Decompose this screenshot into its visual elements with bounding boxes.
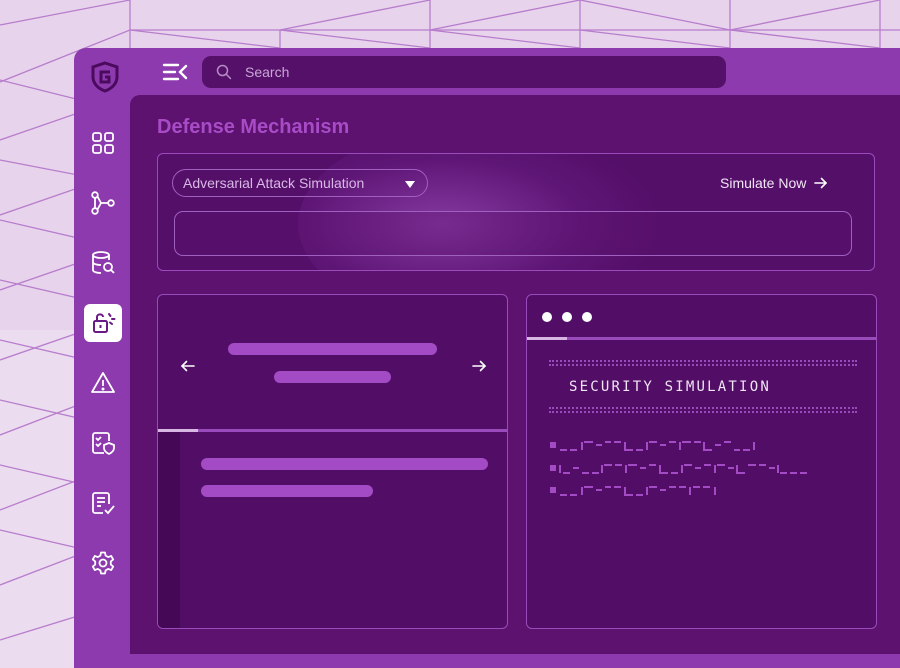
- sidebar-item-dashboard[interactable]: [84, 124, 122, 162]
- database-search-icon: [92, 251, 115, 274]
- window-dot: [562, 312, 572, 322]
- shield-checklist-icon: [92, 432, 115, 456]
- warning-triangle-icon: [91, 372, 115, 393]
- placeholder-bar: [201, 458, 488, 470]
- dashboard-grid-icon: [92, 132, 114, 154]
- code-line: [550, 464, 807, 474]
- chevron-down-icon: [405, 181, 415, 188]
- sidebar-item-alerts[interactable]: [84, 364, 122, 402]
- dotted-divider: [549, 364, 857, 366]
- simulate-now-button[interactable]: Simulate Now: [720, 172, 828, 194]
- divider: [158, 429, 507, 432]
- attack-type-dropdown[interactable]: Adversarial Attack Simulation: [172, 169, 428, 197]
- terminal-titlebar: [527, 295, 876, 337]
- simulation-panel: Adversarial Attack Simulation Simulate N…: [157, 153, 875, 271]
- arrow-left-icon[interactable]: [180, 358, 196, 374]
- carousel-header: [158, 295, 507, 429]
- search-bar[interactable]: Search: [202, 56, 726, 88]
- shield-logo-icon: [91, 61, 119, 93]
- divider: [527, 337, 876, 340]
- sidebar-item-workflow[interactable]: [84, 184, 122, 222]
- carousel-card: [157, 294, 508, 629]
- code-line: [550, 486, 716, 496]
- placeholder-bar: [201, 485, 373, 497]
- search-icon: [216, 64, 232, 80]
- sidebar-item-compliance[interactable]: [84, 424, 122, 462]
- sidebar-item-settings[interactable]: [84, 544, 122, 582]
- window-dot: [542, 312, 552, 322]
- attack-type-value: Adversarial Attack Simulation: [183, 175, 365, 191]
- unlocked-padlock-icon: [93, 313, 116, 333]
- simulate-now-label: Simulate Now: [720, 175, 807, 191]
- terminal-card: SECURITY SIMULATION: [526, 294, 877, 629]
- side-strip: [158, 432, 180, 628]
- dotted-divider: [549, 360, 857, 362]
- page-title: Defense Mechanism: [157, 116, 350, 138]
- placeholder-bar: [228, 343, 437, 355]
- sidebar-item-database[interactable]: [84, 244, 122, 282]
- arrow-right-icon: [814, 177, 828, 189]
- terminal-title: SECURITY SIMULATION: [569, 379, 771, 395]
- simulation-input[interactable]: [174, 211, 852, 256]
- top-bar: Search: [74, 48, 900, 96]
- document-check-icon: [92, 492, 115, 515]
- gear-icon: [91, 551, 115, 575]
- arrow-right-icon[interactable]: [471, 358, 487, 374]
- dotted-divider: [549, 407, 857, 409]
- sidebar-item-reports[interactable]: [84, 484, 122, 522]
- search-input[interactable]: Search: [245, 64, 289, 80]
- sidebar-item-security[interactable]: [84, 304, 122, 342]
- dotted-divider: [549, 411, 857, 413]
- workflow-nodes-icon: [91, 191, 115, 215]
- code-line: [550, 441, 755, 451]
- window-dot: [582, 312, 592, 322]
- placeholder-bar: [274, 371, 391, 383]
- collapse-menu-icon[interactable]: [162, 61, 188, 83]
